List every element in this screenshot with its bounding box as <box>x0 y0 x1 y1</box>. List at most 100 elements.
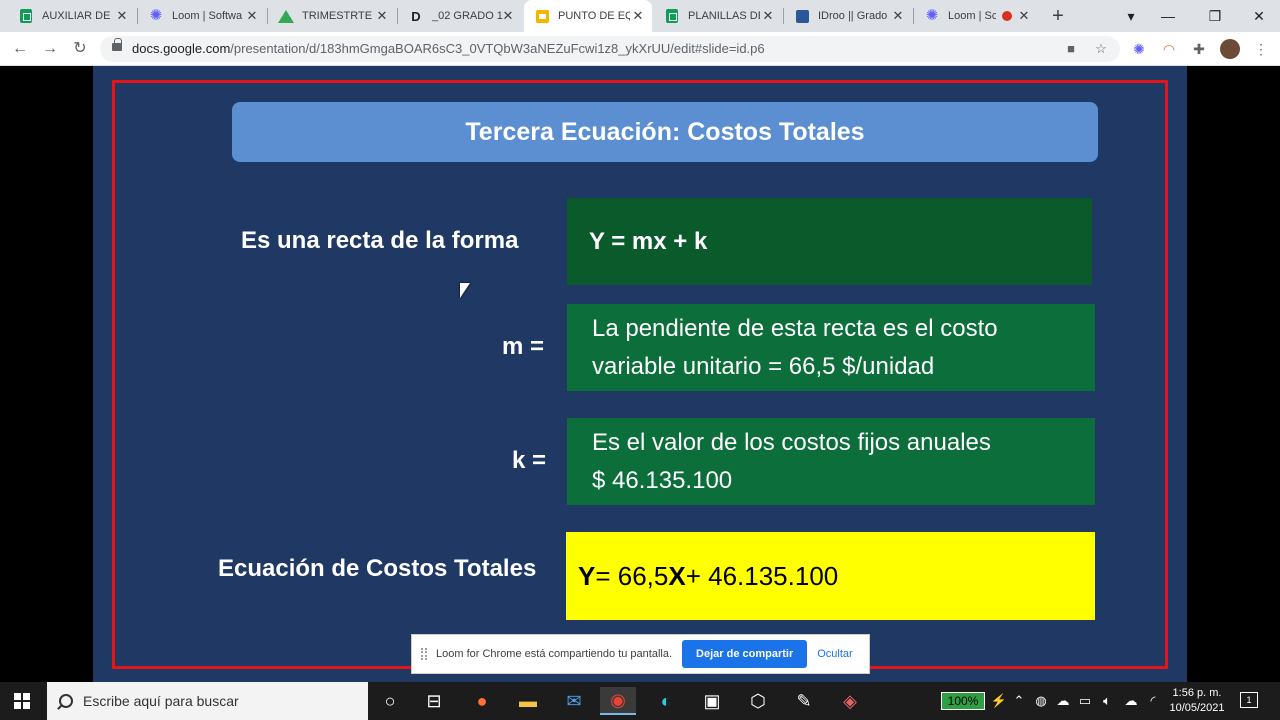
tray-icon[interactable]: ◍ <box>1032 692 1050 710</box>
taskbar-clock[interactable]: 1:56 p. m. 10/05/2021 <box>1162 686 1232 716</box>
mouse-cursor-icon <box>460 283 470 298</box>
browser-toolbar: ← → ↻ docs.google.com/presentation/d/183… <box>0 32 1280 66</box>
volume-icon[interactable]: 🔈︎ <box>1098 692 1116 710</box>
store-icon[interactable]: ▣ <box>694 687 730 715</box>
tab-title: _02 GRADO 1 <box>432 10 503 22</box>
back-icon[interactable]: ← <box>10 39 30 59</box>
chrome-icon[interactable]: ◉ <box>600 687 636 715</box>
battery-icon[interactable]: ▭ <box>1076 692 1094 710</box>
close-icon[interactable]: ✕ <box>244 8 260 24</box>
loom-icon: ✺ <box>925 7 939 24</box>
close-icon[interactable]: ✕ <box>890 8 906 24</box>
tab-title: AUXILIAR DE I <box>42 10 114 22</box>
tab-strip: AUXILIAR DE I ✕ ✺ Loom | Softwa ✕ TRIMES… <box>0 0 1280 32</box>
whiteboard-icon[interactable]: ✎ <box>786 687 822 715</box>
slide-title: Tercera Ecuación: Costos Totales <box>232 102 1098 162</box>
search-placeholder: Escribe aquí para buscar <box>83 693 239 709</box>
cortana-icon[interactable]: ○ <box>372 687 408 715</box>
forward-icon[interactable]: → <box>40 39 60 59</box>
m-label: m = <box>502 333 545 360</box>
tab-trimestre[interactable]: TRIMESTRTE I ✕ <box>268 0 396 32</box>
bookmark-star-icon[interactable]: ☆ <box>1092 40 1110 58</box>
search-icon <box>59 694 73 708</box>
tab-title: TRIMESTRTE I <box>302 10 374 22</box>
cloud-upload-icon[interactable]: ☁ <box>1122 692 1140 710</box>
app-icon-2[interactable]: ◈ <box>832 687 868 715</box>
m-definition-box: La pendiente de esta recta es el costo v… <box>567 304 1095 391</box>
tab-planillas[interactable]: PLANILLAS DE ✕ <box>654 0 782 32</box>
edge-icon[interactable]: ◐ <box>648 687 684 715</box>
close-window-button[interactable]: ✕ <box>1249 6 1269 26</box>
firefox-icon[interactable]: ● <box>464 687 500 715</box>
taskbar-search[interactable]: Escribe aquí para buscar <box>47 682 368 720</box>
lock-icon <box>112 38 122 51</box>
minimize-button[interactable]: — <box>1158 6 1178 26</box>
k-label: k = <box>512 447 547 474</box>
close-icon[interactable]: ✕ <box>1016 8 1032 24</box>
sheets-icon <box>664 8 680 24</box>
address-bar[interactable]: docs.google.com/presentation/d/183hmGmga… <box>100 36 1120 62</box>
close-icon[interactable]: ✕ <box>114 8 130 24</box>
notifications-icon[interactable]: 1 <box>1240 692 1258 708</box>
loom-sharing-message: Loom for Chrome está compartiendo tu pan… <box>436 648 673 660</box>
loom-sharing-bar: Loom for Chrome está compartiendo tu pan… <box>411 634 870 674</box>
tab-title: Loom | Softwa <box>172 10 243 22</box>
k-line-1: Es el valor de los costos fijos anuales <box>592 429 991 456</box>
mail-icon[interactable]: ✉ <box>556 687 592 715</box>
tab-title: Loom | Sc <box>948 10 996 22</box>
clock-time: 1:56 p. m. <box>1172 687 1222 699</box>
recording-icon <box>1002 11 1012 21</box>
close-icon[interactable]: ✕ <box>374 8 390 24</box>
stop-sharing-button[interactable]: Dejar de compartir <box>682 640 808 668</box>
tab-search-icon[interactable]: ▾ <box>1121 6 1141 26</box>
tab-grado[interactable]: D _02 GRADO 1 ✕ <box>398 0 522 32</box>
wifi-icon[interactable]: ◜ <box>1144 692 1162 710</box>
hide-link[interactable]: Ocultar <box>817 648 852 660</box>
sheets-icon <box>18 8 34 24</box>
equation-constant: + 46.135.100 <box>685 560 839 591</box>
tab-idroo[interactable]: IDroo || Grado ✕ <box>784 0 912 32</box>
k-definition-box: Es el valor de los costos fijos anuales … <box>567 418 1095 505</box>
task-view-icon[interactable]: ⊟ <box>416 687 452 715</box>
battery-indicator[interactable]: 100% <box>941 692 985 710</box>
camera-icon[interactable]: ■ <box>1062 40 1080 58</box>
tab-title: PLANILLAS DE <box>688 10 760 22</box>
restore-button[interactable]: ❐ <box>1205 6 1225 26</box>
extension-icon[interactable]: ◠ <box>1160 40 1178 58</box>
puzzle-icon[interactable]: ✚ <box>1190 40 1208 58</box>
tab-auxiliar[interactable]: AUXILIAR DE I ✕ <box>8 0 136 32</box>
taskbar: Escribe aquí para buscar ○ ⊟ ● ▬ ✉ ◉ ◐ ▣… <box>0 682 1280 720</box>
tab-loom-screen[interactable]: ✺ Loom | Sc ✕ <box>914 0 1038 32</box>
new-tab-button[interactable]: + <box>1048 6 1068 26</box>
tab-title: IDroo || Grado <box>818 10 888 22</box>
windows-start-icon[interactable] <box>14 693 30 709</box>
idroo-icon <box>794 8 810 24</box>
close-icon[interactable]: ✕ <box>760 8 776 24</box>
loom-icon: ✺ <box>149 7 163 24</box>
chevron-up-icon[interactable]: ⌃ <box>1010 692 1028 710</box>
menu-icon[interactable]: ⋮ <box>1252 40 1270 58</box>
app-icon[interactable]: ⬡ <box>740 687 776 715</box>
form-label: Es una recta de la forma <box>241 227 519 254</box>
drag-handle-icon[interactable] <box>421 648 427 660</box>
d-icon: D <box>411 8 421 24</box>
power-icon[interactable]: ⚡ <box>990 692 1008 710</box>
equation-slope: = 66,5 <box>595 560 669 591</box>
m-line-1: La pendiente de esta recta es el costo <box>592 315 998 342</box>
tab-punto-de-equilibrio[interactable]: PUNTO DE EQ ✕ <box>524 0 652 32</box>
close-icon[interactable]: ✕ <box>630 8 646 24</box>
onedrive-icon[interactable]: ☁ <box>1054 692 1072 710</box>
loom-extension-icon[interactable]: ✺ <box>1130 40 1148 58</box>
form-value-box: Y = mx + k <box>567 198 1092 285</box>
k-line-2: $ 46.135.100 <box>592 467 733 494</box>
equation-label: Ecuación de Costos Totales <box>218 555 537 582</box>
file-explorer-icon[interactable]: ▬ <box>510 687 546 715</box>
equation-x: X <box>668 560 686 591</box>
url-text: docs.google.com/presentation/d/183hmGmga… <box>132 41 765 56</box>
reload-icon[interactable]: ↻ <box>70 39 90 59</box>
drive-icon <box>278 8 294 24</box>
clock-date: 10/05/2021 <box>1169 702 1225 714</box>
avatar[interactable] <box>1220 39 1240 59</box>
tab-loom-software[interactable]: ✺ Loom | Softwa ✕ <box>138 0 266 32</box>
close-icon[interactable]: ✕ <box>500 8 516 24</box>
